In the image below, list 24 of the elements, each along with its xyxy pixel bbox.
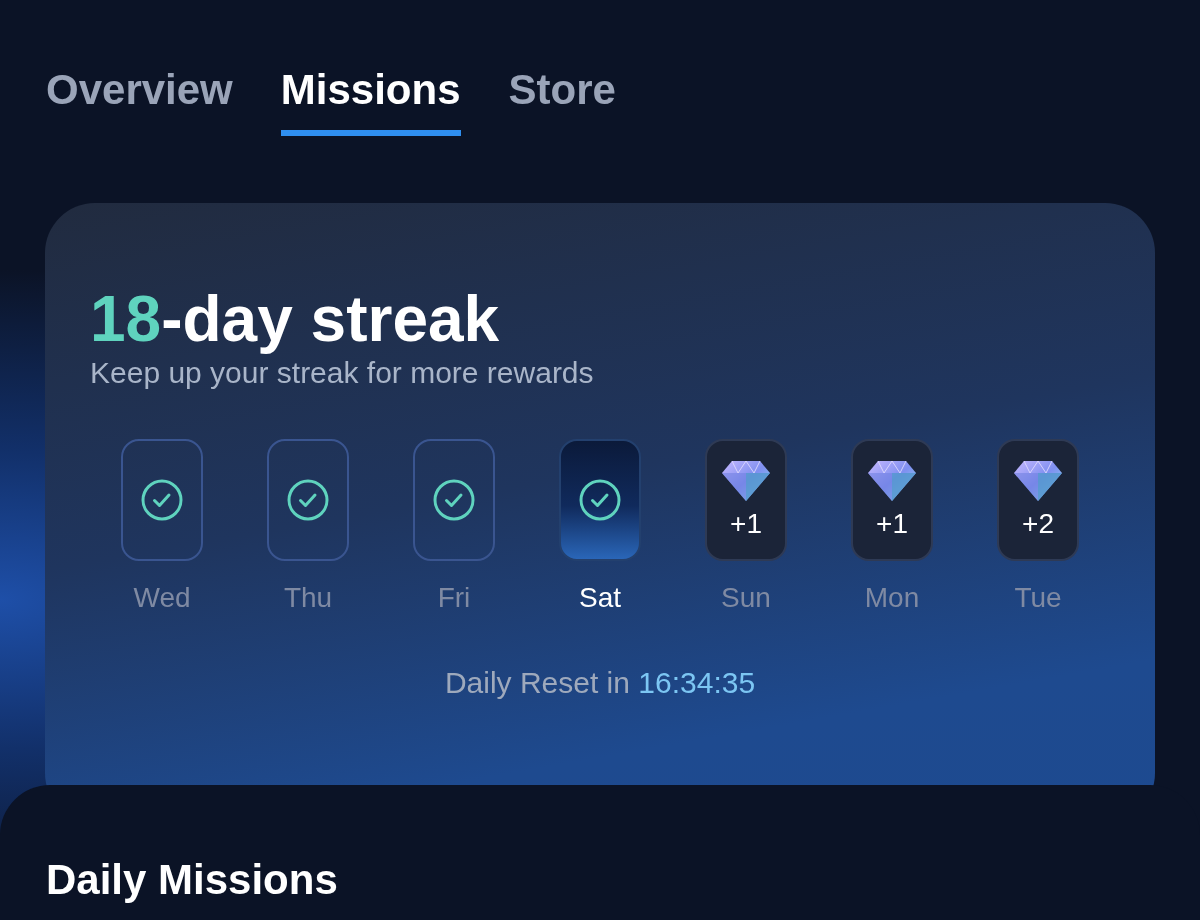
daily-missions-heading: Daily Missions bbox=[46, 855, 339, 905]
diamond-icon bbox=[867, 460, 917, 502]
reward-amount: +1 bbox=[730, 508, 762, 540]
check-circle-icon bbox=[140, 478, 184, 522]
check-circle-icon bbox=[578, 478, 622, 522]
tab[interactable]: Overview bbox=[46, 48, 233, 136]
streak-subtitle: Keep up your streak for more rewards bbox=[90, 355, 595, 391]
day-label: Tue bbox=[1014, 581, 1062, 615]
diamond-icon bbox=[721, 460, 771, 502]
day-label: Mon bbox=[864, 581, 920, 615]
day-label: Thu bbox=[283, 581, 333, 615]
reward-amount: +2 bbox=[1022, 508, 1054, 540]
day-label: Wed bbox=[133, 581, 191, 615]
day-label: Fri bbox=[437, 581, 471, 615]
tab[interactable]: Missions bbox=[280, 48, 461, 136]
check-circle-icon bbox=[286, 478, 330, 522]
tab[interactable]: Store bbox=[508, 48, 616, 136]
day-label: Sat bbox=[579, 581, 621, 615]
streak-title: 18-day streak bbox=[90, 282, 501, 357]
check-circle-icon bbox=[432, 478, 476, 522]
reward-amount: +1 bbox=[876, 508, 908, 540]
daily-reset-text: Daily Reset in 16:34:35 bbox=[444, 665, 756, 701]
diamond-icon bbox=[1013, 460, 1063, 502]
day-label: Sun bbox=[721, 581, 771, 615]
